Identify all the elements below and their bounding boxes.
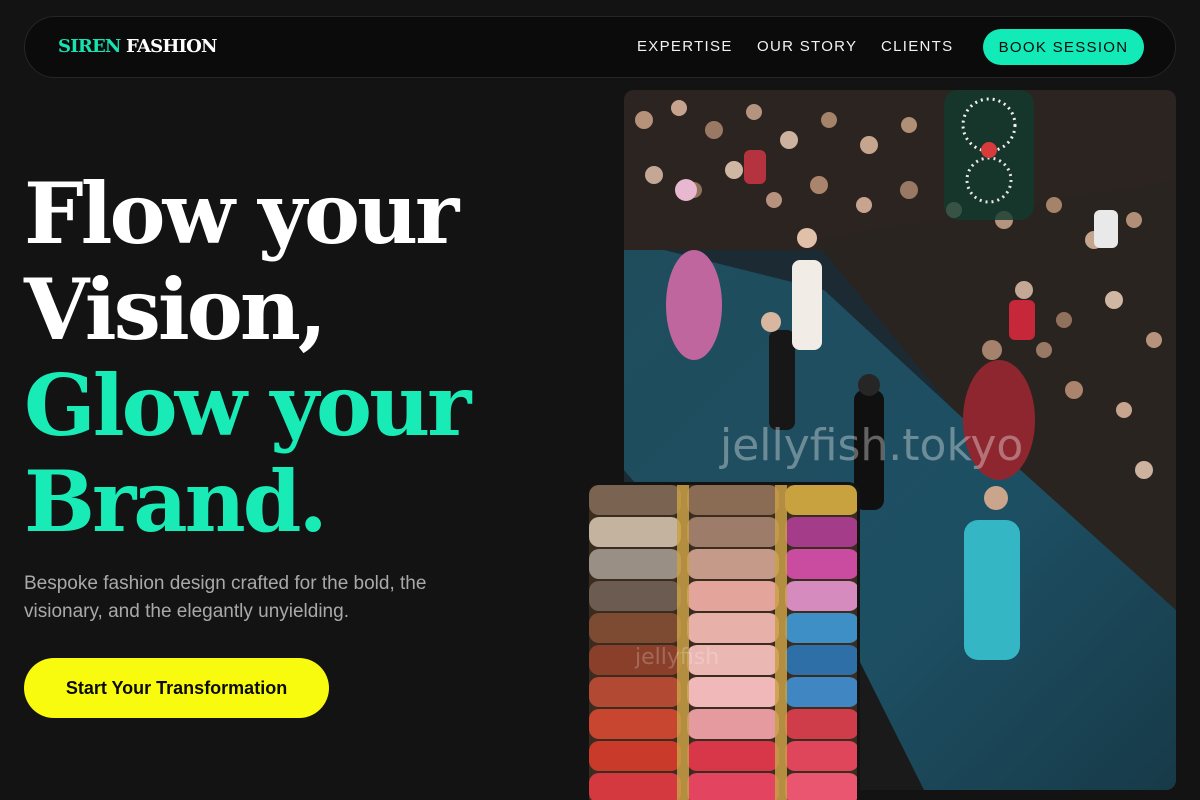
- nav-link-our-story[interactable]: OUR STORY: [757, 38, 857, 55]
- hero-headline: Flow your Vision, Glow your Brand.: [24, 164, 471, 551]
- thread-spools-illustration: [589, 485, 857, 800]
- headline-line-3: Glow your: [24, 356, 471, 455]
- threads-spools-image: jellyfish: [586, 482, 860, 800]
- hero-subtitle: Bespoke fashion design crafted for the b…: [24, 573, 427, 622]
- nav-link-expertise[interactable]: EXPERTISE: [637, 38, 733, 55]
- headline-line-2: Vision,: [24, 260, 327, 359]
- nav-link-clients[interactable]: CLIENTS: [881, 38, 953, 55]
- start-transformation-button[interactable]: Start Your Transformation: [24, 658, 329, 718]
- headline-line-4: Brand.: [24, 452, 328, 551]
- threads-watermark: jellyfish: [635, 645, 720, 670]
- brand-logo-accent: SIREN: [58, 36, 121, 57]
- headline-line-1: Flow your: [24, 164, 459, 263]
- top-navbar: SIREN FASHION EXPERTISE OUR STORY CLIENT…: [24, 16, 1176, 78]
- runway-watermark: jellyfish.tokyo: [720, 420, 1024, 471]
- brand-logo[interactable]: SIREN FASHION: [58, 36, 217, 57]
- book-session-button[interactable]: BOOK SESSION: [983, 29, 1144, 65]
- brand-logo-name: FASHION: [126, 36, 217, 57]
